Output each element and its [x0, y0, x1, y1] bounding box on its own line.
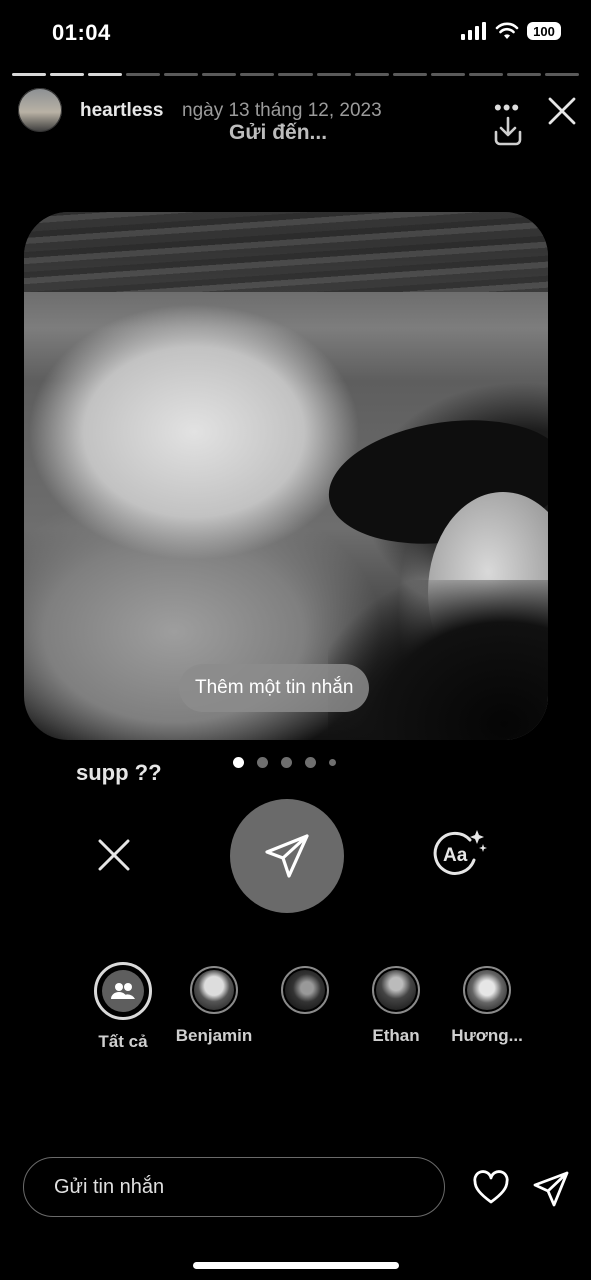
- progress-segment: [506, 73, 541, 76]
- page-indicator: [233, 757, 336, 768]
- progress-segment: [544, 73, 579, 76]
- share-sheet-title: Gửi đến...: [229, 121, 328, 144]
- recipient-avatar: [190, 966, 238, 1014]
- progress-segment: [392, 73, 427, 76]
- recipient-avatar: [372, 966, 420, 1014]
- progress-segment: [316, 73, 351, 76]
- story-caption: supp ??: [76, 760, 162, 785]
- heart-icon[interactable]: [472, 1169, 510, 1207]
- page-dot[interactable]: [281, 757, 292, 768]
- progress-segment: [278, 73, 313, 76]
- progress-segment: [88, 73, 123, 76]
- signal-icon: [461, 22, 486, 40]
- svg-text:Aa: Aa: [443, 845, 468, 866]
- story-date: ngày 13 tháng 12, 2023: [182, 100, 382, 121]
- home-indicator[interactable]: [193, 1262, 399, 1269]
- status-time: 01:04: [52, 20, 111, 45]
- paper-plane-icon[interactable]: [531, 1169, 571, 1209]
- progress-segment: [354, 73, 389, 76]
- aa-sparkle-icon[interactable]: Aa: [430, 826, 488, 876]
- progress-segment: [468, 73, 503, 76]
- avatar[interactable]: [18, 88, 62, 132]
- progress-segment: [202, 73, 237, 76]
- recipient-list: Tất cả Benjamin Ethan Hương...: [0, 962, 591, 1052]
- progress-segment: [12, 73, 47, 76]
- photo-background: [24, 212, 548, 292]
- add-message-button[interactable]: Thêm một tin nhắn: [179, 664, 370, 712]
- progress-segment: [126, 73, 161, 76]
- wifi-icon: [495, 22, 519, 39]
- battery-indicator: 100: [527, 22, 561, 40]
- progress-segment: [164, 73, 199, 76]
- photo-detail: [328, 580, 548, 740]
- story-photo: [24, 212, 548, 740]
- story-username[interactable]: heartless: [80, 100, 163, 122]
- avatar-photo: [467, 970, 507, 1010]
- progress-segment: [430, 73, 465, 76]
- page-dot[interactable]: [233, 757, 244, 768]
- page-dot[interactable]: [329, 759, 336, 766]
- recipient-avatar: [281, 966, 329, 1014]
- close-icon[interactable]: [545, 94, 579, 128]
- recipient-name: Hương...: [451, 1026, 523, 1045]
- page-dot[interactable]: [305, 757, 316, 768]
- group-icon: [111, 983, 135, 999]
- avatar-photo: [194, 970, 234, 1010]
- progress-segment: [50, 73, 85, 76]
- progress-segment: [240, 73, 275, 76]
- message-input[interactable]: Gửi tin nhắn: [23, 1157, 445, 1217]
- page-dot[interactable]: [257, 757, 268, 768]
- download-icon[interactable]: [490, 112, 526, 148]
- recipient-huong[interactable]: Hương...: [432, 962, 542, 1046]
- story-progress: [12, 73, 579, 76]
- recipient-avatar: [463, 966, 511, 1014]
- send-button[interactable]: [230, 799, 344, 913]
- recipient-avatar: [94, 962, 152, 1020]
- recipient-name: Benjamin: [175, 1026, 253, 1045]
- cancel-icon[interactable]: [96, 837, 132, 873]
- status-indicators: 100: [461, 22, 561, 40]
- avatar-photo: [285, 970, 325, 1010]
- paper-plane-icon: [265, 834, 309, 878]
- avatar-photo: [376, 970, 416, 1010]
